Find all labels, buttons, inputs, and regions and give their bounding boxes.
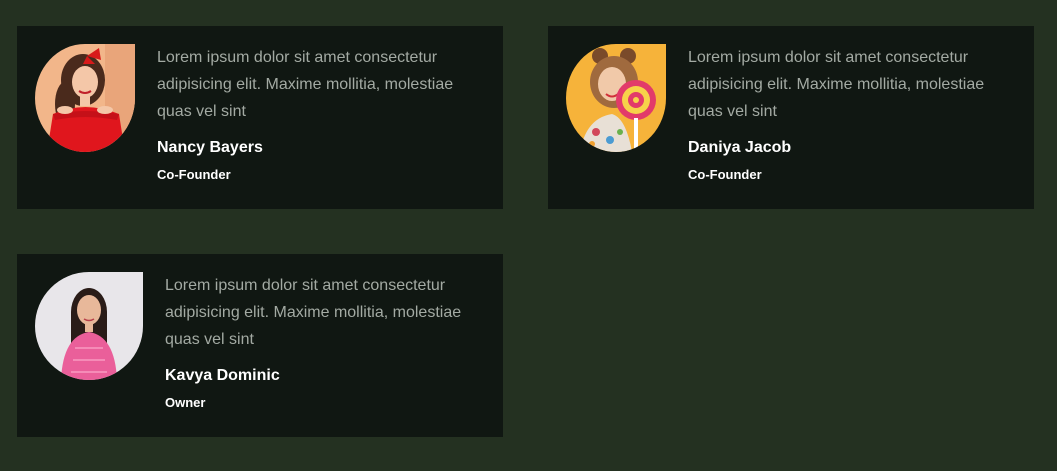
avatar bbox=[566, 44, 666, 152]
person-role: Co-Founder bbox=[688, 167, 762, 182]
testimonial-text: Lorem ipsum dolor sit amet consectetur a… bbox=[165, 277, 462, 348]
person-photo-icon bbox=[35, 272, 143, 380]
person-photo-icon bbox=[35, 44, 135, 152]
person-name: Daniya Jacob bbox=[688, 139, 792, 156]
testimonial-text: Lorem ipsum dolor sit amet consectetur a… bbox=[688, 49, 985, 120]
person-name: Nancy Bayers bbox=[157, 139, 263, 156]
person-photo-icon bbox=[566, 44, 666, 152]
avatar bbox=[35, 272, 143, 380]
testimonial-card: Lorem ipsum dolor sit amet consectetur a… bbox=[17, 26, 503, 209]
testimonial-text: Lorem ipsum dolor sit amet consectetur a… bbox=[157, 49, 454, 120]
avatar bbox=[35, 44, 135, 152]
person-role: Co-Founder bbox=[157, 167, 231, 182]
person-name: Kavya Dominic bbox=[165, 367, 280, 384]
person-role: Owner bbox=[165, 395, 206, 410]
testimonial-card: Lorem ipsum dolor sit amet consectetur a… bbox=[17, 254, 503, 437]
testimonial-card: Lorem ipsum dolor sit amet consectetur a… bbox=[548, 26, 1034, 209]
